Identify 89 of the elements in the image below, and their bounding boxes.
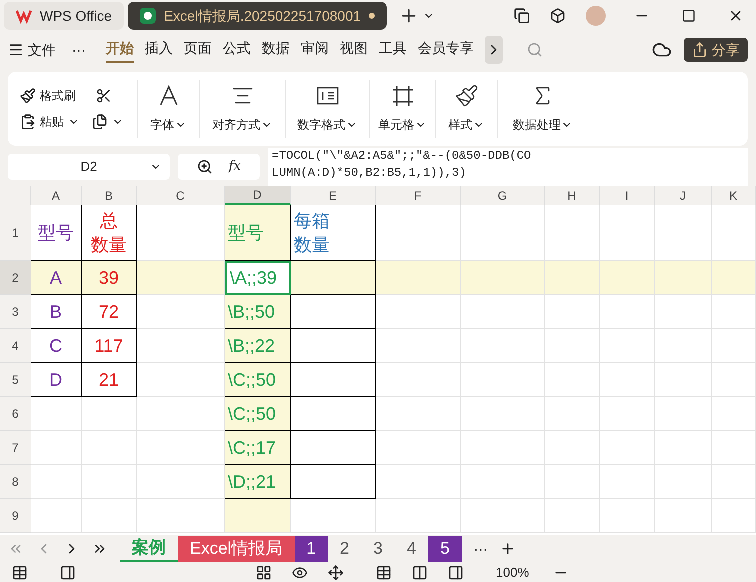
menu-icon[interactable] <box>8 42 24 58</box>
row-header[interactable]: 4 <box>0 329 31 363</box>
more-menu[interactable]: ··· <box>72 40 86 60</box>
spreadsheet-icon <box>140 8 156 24</box>
share-button[interactable]: 分享 <box>684 38 748 62</box>
copy-icon[interactable] <box>92 114 108 130</box>
search-icon[interactable] <box>527 42 543 58</box>
table-cell[interactable]: D <box>31 363 82 397</box>
panel-icon[interactable] <box>60 564 76 580</box>
paste-icon <box>20 114 36 130</box>
table-cell[interactable]: A <box>31 261 82 295</box>
table-cell[interactable]: 每箱 数量 <box>291 205 376 261</box>
table-cell[interactable] <box>291 261 376 295</box>
fx-label[interactable]: fx <box>228 157 242 177</box>
ribbon-tab[interactable]: 会员专享 <box>418 38 474 62</box>
table-cell[interactable] <box>291 431 376 465</box>
row-header[interactable]: 5 <box>0 363 31 397</box>
ribbon-tab[interactable]: 工具 <box>379 38 407 62</box>
normal-view-icon[interactable] <box>376 564 392 580</box>
table-cell[interactable]: 117 <box>82 329 137 363</box>
sheet-tab[interactable]: 3 <box>362 536 395 562</box>
tab-title: WPS Office <box>40 6 112 26</box>
maximize-icon[interactable] <box>682 9 696 23</box>
move-icon[interactable] <box>328 564 344 580</box>
scroll-right-button[interactable] <box>485 36 503 64</box>
format-painter-icon <box>20 88 36 104</box>
more-sheets-button[interactable]: ··· <box>474 538 488 560</box>
table-cell[interactable] <box>291 295 376 329</box>
table-cell[interactable] <box>291 329 376 363</box>
ribbon-group-button[interactable]: 对齐方式 <box>212 116 272 134</box>
ribbon-group-button[interactable]: 数据处理 <box>513 116 573 134</box>
sheet-tab[interactable]: 5 <box>428 536 462 562</box>
ribbon-tab[interactable]: 审阅 <box>301 38 329 62</box>
row-header[interactable]: 6 <box>0 397 31 431</box>
table-cell[interactable]: C <box>31 329 82 363</box>
row-header[interactable]: 7 <box>0 431 31 465</box>
ribbon-tab[interactable]: 开始 <box>106 38 134 62</box>
add-sheet-icon[interactable] <box>500 541 516 557</box>
window-layout-icon[interactable] <box>514 8 530 24</box>
table-cell[interactable]: 型号 <box>31 205 82 261</box>
table-cell[interactable]: B <box>31 295 82 329</box>
sheet-tab[interactable]: Excel情报局 <box>178 536 295 562</box>
table-cell[interactable] <box>291 465 376 499</box>
file-menu[interactable]: 文件 <box>28 40 56 60</box>
zoom-icon[interactable] <box>196 159 213 175</box>
row-header[interactable]: 8 <box>0 465 31 499</box>
row-header[interactable]: 1 <box>0 205 31 261</box>
ribbon-tab[interactable]: 数据 <box>262 38 290 62</box>
name-box[interactable]: D2 <box>8 154 170 180</box>
table-cell[interactable] <box>291 363 376 397</box>
ribbon-tab[interactable]: 视图 <box>340 38 368 62</box>
logo-icon <box>16 8 32 24</box>
ribbon-tab[interactable]: 页面 <box>184 38 212 62</box>
brush-icon <box>454 84 478 108</box>
format-painter-button[interactable]: 格式刷 <box>40 87 76 105</box>
sheet-tab[interactable]: 1 <box>294 536 328 562</box>
table-cell[interactable]: 39 <box>82 261 137 295</box>
table-cell[interactable] <box>291 397 376 431</box>
table-cell[interactable]: 72 <box>82 295 137 329</box>
sheet-tab[interactable]: 2 <box>328 536 362 562</box>
grid-view-icon[interactable] <box>256 564 272 580</box>
column-header[interactable]: D <box>225 186 291 205</box>
table-icon[interactable] <box>12 564 28 580</box>
row-header[interactable]: 9 <box>0 499 31 533</box>
ribbon-tab[interactable]: 公式 <box>223 38 251 62</box>
ribbon-tab[interactable]: 插入 <box>145 38 173 62</box>
zoom-level[interactable]: 100% <box>496 562 530 582</box>
page-view-icon[interactable] <box>448 564 464 580</box>
cell-frame-icon <box>390 84 414 108</box>
paste-button[interactable]: 粘贴 <box>40 113 64 131</box>
split-view-icon[interactable] <box>412 564 428 580</box>
window-tab[interactable]: Excel情报局.202502251708001 <box>128 2 388 30</box>
formula-field[interactable]: =TOCOL("\"&A2:A5&";;"&--(0&50-DDB(COLUMN(A:D)*50,B2:B5,1,1)),3) <box>268 148 748 186</box>
ribbon-group-button[interactable]: 字体 <box>150 116 186 134</box>
ribbon-group-button[interactable]: 样式 <box>448 116 484 134</box>
avatar[interactable] <box>586 6 606 26</box>
cut-icon[interactable] <box>96 88 112 104</box>
share-icon <box>692 42 708 58</box>
cube-icon[interactable] <box>550 8 566 24</box>
table-cell[interactable]: 21 <box>82 363 137 397</box>
tab-title: Excel情报局.202502251708001 <box>164 6 362 26</box>
ribbon-group-button[interactable]: 单元格 <box>378 116 426 134</box>
table-cell[interactable]: 总 数量 <box>82 205 137 261</box>
row-header[interactable]: 2 <box>0 261 31 295</box>
window-tab[interactable]: WPS Office <box>4 2 124 30</box>
row-header[interactable]: 3 <box>0 295 31 329</box>
ribbon-group-button[interactable]: 数字格式 <box>298 116 358 134</box>
eye-icon[interactable] <box>292 564 308 580</box>
sheet-tab[interactable]: 4 <box>394 536 428 562</box>
